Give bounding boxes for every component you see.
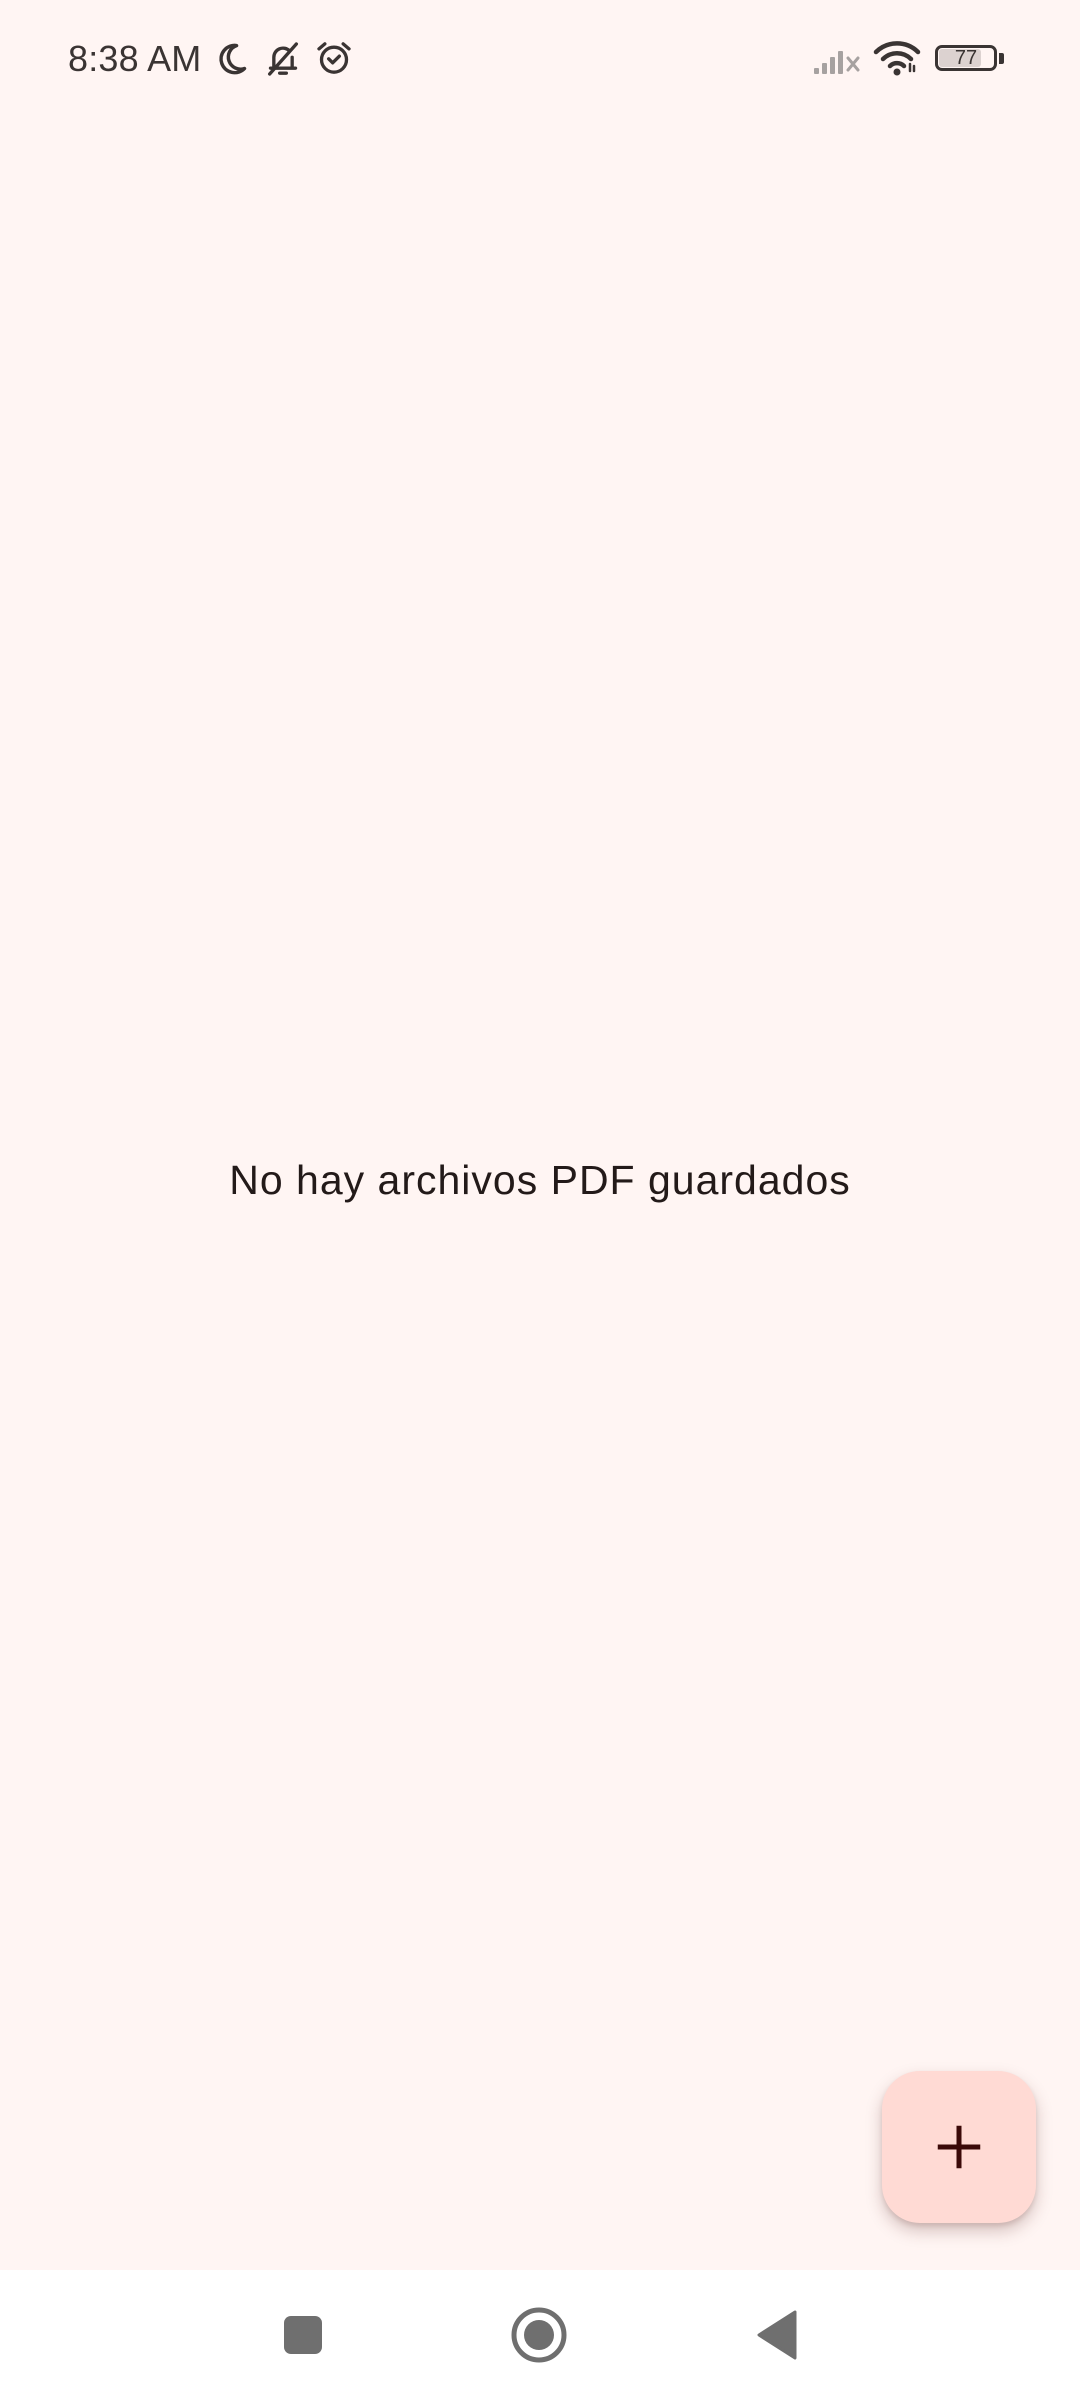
navigation-bar <box>0 2270 1080 2400</box>
battery-tip <box>999 53 1004 64</box>
square-icon <box>284 2316 322 2354</box>
plus-icon <box>937 2125 981 2169</box>
back-triangle-icon <box>757 2310 797 2360</box>
wifi-icon <box>873 41 921 76</box>
home-button[interactable] <box>479 2270 599 2400</box>
recents-button[interactable] <box>243 2270 363 2400</box>
battery-icon: 77 <box>935 45 1004 73</box>
bell-off-icon <box>268 42 298 76</box>
moon-icon <box>219 43 247 75</box>
status-time: 8:38 AM <box>68 38 202 79</box>
alarm-icon <box>317 42 351 74</box>
signal-no-service-icon <box>814 51 860 74</box>
circle-home-icon <box>511 2307 567 2363</box>
back-button[interactable] <box>717 2270 837 2400</box>
battery-level: 77 <box>954 47 978 69</box>
status-bar: 8:38 AM 77 <box>0 0 1080 118</box>
add-pdf-button[interactable] <box>882 2071 1036 2223</box>
empty-state-message: No hay archivos PDF guardados <box>229 1157 851 1203</box>
